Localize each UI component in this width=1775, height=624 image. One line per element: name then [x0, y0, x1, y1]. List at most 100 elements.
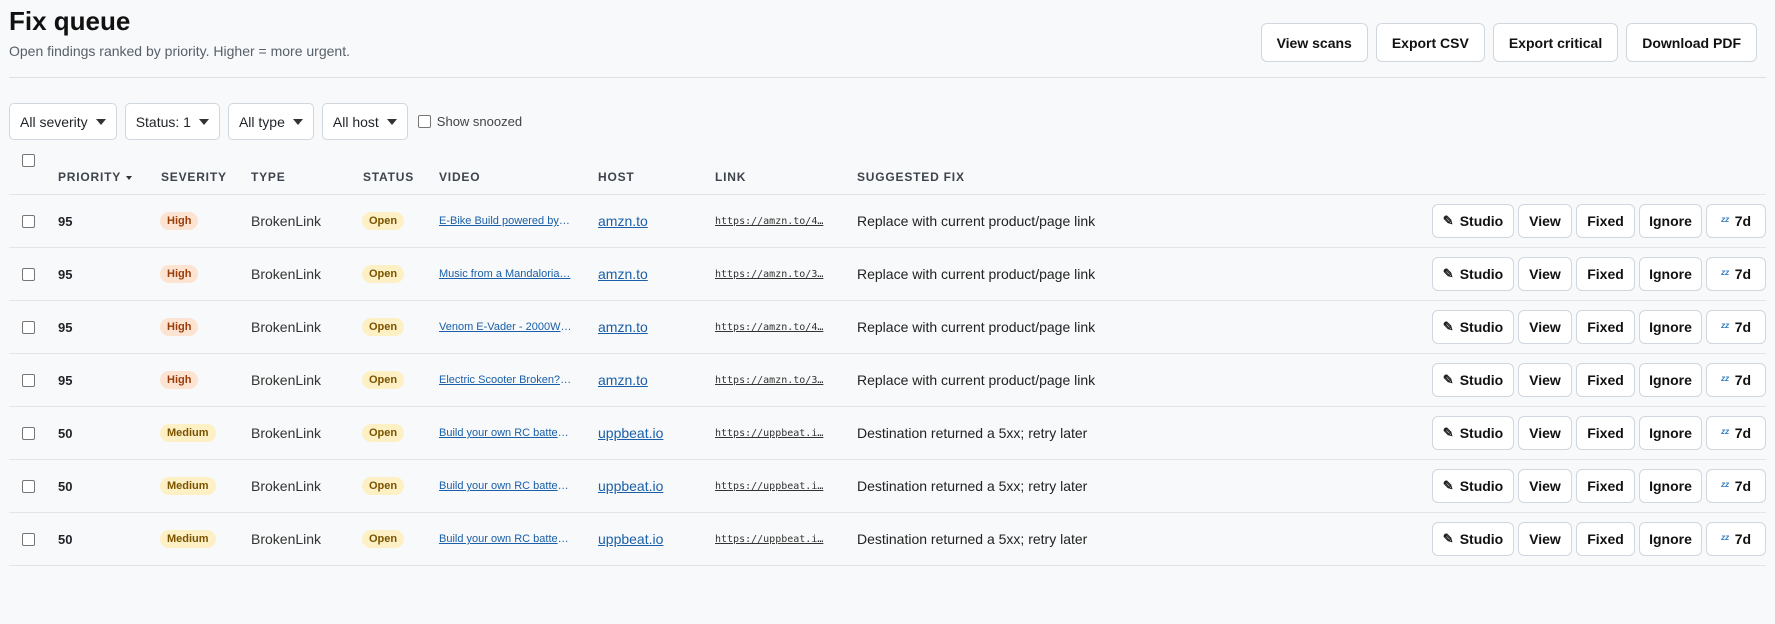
row-checkbox[interactable] — [22, 426, 35, 440]
row-checkbox[interactable] — [22, 479, 35, 493]
table-body: 95 High BrokenLink Open E-Bike Build pow… — [9, 195, 1766, 566]
fixed-button[interactable]: Fixed — [1576, 204, 1635, 238]
row-actions: ✎ Studio View Fixed Ignore ᶻᶻ 7d — [1432, 354, 1766, 406]
view-button[interactable]: View — [1518, 204, 1572, 238]
host-link[interactable]: uppbeat.io — [598, 478, 663, 494]
suggested-fix-text: Replace with current product/page link — [857, 213, 1096, 229]
snooze-button[interactable]: ᶻᶻ 7d — [1706, 257, 1766, 291]
chevron-down-icon — [95, 118, 106, 125]
snooze-button[interactable]: ᶻᶻ 7d — [1706, 363, 1766, 397]
url-link[interactable]: https://amzn.to/3… — [715, 269, 830, 280]
studio-button[interactable]: ✎ Studio — [1432, 310, 1514, 344]
export-csv-button[interactable]: Export CSV — [1375, 23, 1485, 62]
view-button[interactable]: View — [1518, 522, 1572, 556]
table-row: 95 High BrokenLink Open Electric Scooter… — [9, 354, 1766, 407]
view-button[interactable]: View — [1518, 363, 1572, 397]
snooze-label: 7d — [1734, 319, 1752, 335]
snooze-label: 7d — [1734, 213, 1752, 229]
host-link[interactable]: uppbeat.io — [598, 425, 663, 441]
status-filter[interactable]: Status: 1 — [124, 103, 220, 140]
type-filter[interactable]: All type — [227, 103, 314, 140]
studio-button[interactable]: ✎ Studio — [1432, 257, 1514, 291]
row-select-cell — [22, 460, 35, 512]
severity-cell: Medium — [160, 460, 216, 512]
ignore-button[interactable]: Ignore — [1639, 416, 1702, 450]
ignore-button[interactable]: Ignore — [1639, 310, 1702, 344]
select-all-checkbox[interactable] — [22, 154, 35, 167]
view-button[interactable]: View — [1518, 257, 1572, 291]
row-checkbox[interactable] — [22, 267, 35, 281]
row-checkbox[interactable] — [22, 214, 35, 228]
link-cell: https://uppbeat.i… — [715, 460, 830, 512]
url-link[interactable]: https://uppbeat.i… — [715, 534, 830, 545]
download-pdf-button[interactable]: Download PDF — [1626, 23, 1757, 62]
snooze-icon: ᶻᶻ — [1720, 426, 1729, 440]
view-button[interactable]: View — [1518, 416, 1572, 450]
snooze-button[interactable]: ᶻᶻ 7d — [1706, 469, 1766, 503]
studio-button[interactable]: ✎ Studio — [1432, 522, 1514, 556]
video-link[interactable]: Build your own RC batter… — [439, 533, 572, 545]
fixed-button[interactable]: Fixed — [1576, 416, 1635, 450]
snooze-button[interactable]: ᶻᶻ 7d — [1706, 416, 1766, 450]
row-checkbox[interactable] — [22, 532, 35, 546]
fixed-button[interactable]: Fixed — [1576, 363, 1635, 397]
show-snoozed-toggle[interactable]: Show snoozed — [417, 114, 522, 129]
ignore-button[interactable]: Ignore — [1639, 363, 1702, 397]
view-scans-button[interactable]: View scans — [1260, 23, 1368, 62]
row-checkbox[interactable] — [22, 373, 35, 387]
type-value: BrokenLink — [251, 372, 322, 388]
snooze-button[interactable]: ᶻᶻ 7d — [1706, 310, 1766, 344]
host-link[interactable]: amzn.to — [598, 319, 648, 335]
ignore-button[interactable]: Ignore — [1639, 257, 1702, 291]
fixed-button[interactable]: Fixed — [1576, 469, 1635, 503]
column-header-priority[interactable]: PRIORITY — [58, 170, 133, 184]
url-link[interactable]: https://uppbeat.i… — [715, 428, 830, 439]
snooze-label: 7d — [1734, 531, 1752, 547]
link-cell: https://uppbeat.i… — [715, 513, 830, 565]
url-link[interactable]: https://amzn.to/4… — [715, 216, 830, 227]
view-button[interactable]: View — [1518, 310, 1572, 344]
url-link[interactable]: https://amzn.to/3… — [715, 375, 830, 386]
studio-button[interactable]: ✎ Studio — [1432, 416, 1514, 450]
link-cell: https://amzn.to/4… — [715, 301, 830, 353]
video-link[interactable]: Electric Scooter Broken? … — [439, 374, 572, 386]
ignore-button[interactable]: Ignore — [1639, 469, 1702, 503]
column-header-status: STATUS — [363, 170, 415, 184]
status-badge: Open — [362, 318, 405, 336]
chevron-down-icon — [198, 118, 209, 125]
fixed-button[interactable]: Fixed — [1576, 310, 1635, 344]
ignore-button[interactable]: Ignore — [1639, 522, 1702, 556]
host-link[interactable]: amzn.to — [598, 213, 648, 229]
export-critical-button[interactable]: Export critical — [1492, 23, 1619, 62]
pencil-icon: ✎ — [1442, 478, 1454, 493]
ignore-button[interactable]: Ignore — [1639, 204, 1702, 238]
video-cell: Music from a Mandaloria… — [439, 248, 572, 300]
view-button[interactable]: View — [1518, 469, 1572, 503]
host-filter[interactable]: All host — [321, 103, 408, 140]
page-header: Fix queue Open findings ranked by priori… — [9, 0, 1766, 78]
host-link[interactable]: uppbeat.io — [598, 531, 663, 547]
studio-button[interactable]: ✎ Studio — [1432, 469, 1514, 503]
severity-filter[interactable]: All severity — [9, 103, 117, 140]
video-link[interactable]: Build your own RC batter… — [439, 480, 572, 492]
studio-button[interactable]: ✎ Studio — [1432, 204, 1514, 238]
url-link[interactable]: https://amzn.to/4… — [715, 322, 830, 333]
fixed-button[interactable]: Fixed — [1576, 522, 1635, 556]
host-link[interactable]: amzn.to — [598, 372, 648, 388]
host-link[interactable]: amzn.to — [598, 266, 648, 282]
fixed-button[interactable]: Fixed — [1576, 257, 1635, 291]
row-actions: ✎ Studio View Fixed Ignore ᶻᶻ 7d — [1432, 407, 1766, 459]
studio-button[interactable]: ✎ Studio — [1432, 363, 1514, 397]
row-checkbox[interactable] — [22, 320, 35, 334]
video-link[interactable]: E-Bike Build powered by … — [439, 215, 572, 227]
snooze-button[interactable]: ᶻᶻ 7d — [1706, 522, 1766, 556]
snooze-button[interactable]: ᶻᶻ 7d — [1706, 204, 1766, 238]
snooze-icon: ᶻᶻ — [1720, 479, 1729, 493]
url-link[interactable]: https://uppbeat.i… — [715, 481, 830, 492]
type-value: BrokenLink — [251, 425, 322, 441]
snooze-icon: ᶻᶻ — [1720, 320, 1729, 334]
video-link[interactable]: Music from a Mandaloria… — [439, 268, 572, 280]
show-snoozed-checkbox[interactable] — [417, 115, 431, 128]
video-link[interactable]: Build your own RC batter… — [439, 427, 572, 439]
video-link[interactable]: Venom E-Vader - 2000W … — [439, 321, 572, 333]
